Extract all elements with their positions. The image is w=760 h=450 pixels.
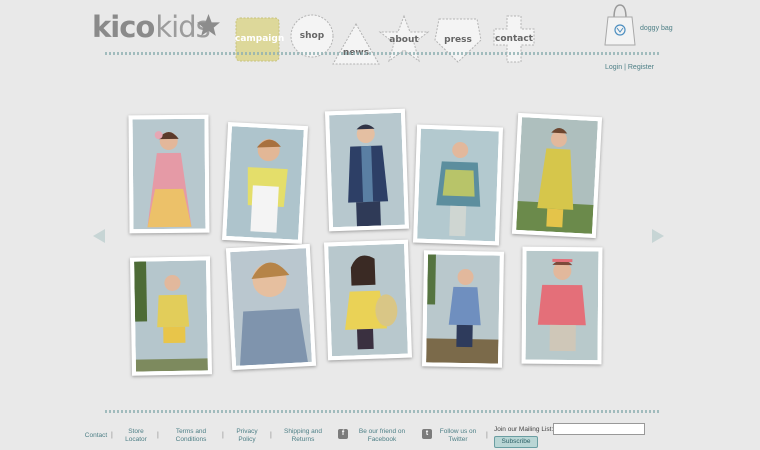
footer-link-shipping-label: Shipping and Returns	[284, 428, 322, 443]
auth-separator: |	[624, 64, 626, 71]
nav-campaign[interactable]: campaign	[235, 17, 285, 62]
nav-contact[interactable]: contact	[493, 15, 535, 63]
logo-star-icon	[197, 14, 220, 36]
login-link[interactable]: Login	[605, 64, 622, 71]
campaign-photo-7[interactable]	[225, 243, 317, 371]
gallery-next-arrow-icon[interactable]	[652, 229, 664, 243]
campaign-photo-9[interactable]	[421, 250, 505, 368]
header-divider	[105, 52, 660, 55]
nav-about-label: about	[389, 35, 419, 45]
nav-press-label: press	[444, 35, 472, 45]
mailing-list-email-input[interactable]	[553, 423, 645, 435]
footer-link-terms-label: Terms and Conditions	[175, 428, 207, 443]
register-link[interactable]: Register	[628, 64, 654, 71]
footer-link-store-locator[interactable]: Store Locator	[118, 428, 154, 444]
photo-girl-pink-dress	[132, 118, 206, 230]
footer-link-twitter-label: Follow us on Twitter	[439, 428, 477, 443]
subscribe-button[interactable]: Subscribe	[494, 436, 538, 448]
footer-separator: |	[157, 432, 159, 439]
footer-link-twitter[interactable]: Follow us on Twitter	[438, 428, 478, 444]
auth-links: Login | Register	[605, 64, 654, 71]
nav-campaign-label: campaign	[235, 34, 285, 44]
photo-girl-yellow-dress-basket	[328, 243, 408, 357]
footer-link-shipping[interactable]: Shipping and Returns	[278, 428, 328, 444]
footer-link-privacy-label: Privacy Policy	[236, 428, 258, 443]
footer-separator: |	[111, 432, 113, 439]
footer-link-facebook[interactable]: Be our friend on Facebook	[356, 428, 408, 444]
footer-divider	[105, 410, 660, 413]
footer-separator: |	[486, 432, 488, 439]
photo-girl-yellow-outfit	[516, 117, 598, 234]
campaign-photo-3[interactable]	[324, 108, 410, 232]
footer-separator: |	[222, 432, 224, 439]
photo-girl-yellow-shorts	[134, 260, 208, 372]
photo-girl-pink-knit	[525, 250, 599, 361]
footer-link-privacy[interactable]: Privacy Policy	[228, 428, 266, 444]
doggy-bag-button[interactable]	[602, 2, 638, 48]
campaign-photo-1[interactable]	[128, 114, 210, 234]
campaign-photo-4[interactable]	[412, 124, 504, 246]
footer-link-facebook-label: Be our friend on Facebook	[358, 428, 406, 443]
brand-logo[interactable]: kico kids	[92, 10, 220, 44]
footer-link-contact-label: Contact	[84, 432, 108, 439]
doggy-bag-link[interactable]: doggy bag	[640, 25, 673, 32]
photo-boy-navy-blazer	[329, 112, 405, 228]
campaign-photo-5[interactable]	[511, 112, 603, 239]
photo-boy-chambray-shirt	[230, 248, 312, 366]
campaign-photo-8[interactable]	[323, 239, 413, 361]
photo-girl-blue-dress	[426, 254, 500, 364]
twitter-icon[interactable]: t	[422, 429, 432, 439]
nav-shop-label: shop	[299, 31, 325, 41]
nav-news[interactable]: news	[331, 22, 381, 66]
tote-bag-icon	[604, 4, 636, 46]
footer-separator: |	[270, 432, 272, 439]
campaign-photo-2[interactable]	[221, 121, 309, 245]
footer-link-terms[interactable]: Terms and Conditions	[166, 428, 216, 444]
mailing-list-label: Join our Mailing List:	[494, 426, 554, 433]
facebook-icon[interactable]: f	[338, 429, 348, 439]
photo-boy-yellow-tee	[226, 126, 304, 240]
nav-press[interactable]: press	[433, 16, 483, 64]
footer-link-contact[interactable]: Contact	[78, 432, 114, 440]
nav-about[interactable]: about	[378, 14, 430, 64]
nav-contact-label: contact	[495, 34, 533, 44]
campaign-photo-6[interactable]	[129, 256, 213, 376]
campaign-photo-10[interactable]	[521, 246, 603, 365]
gallery-prev-arrow-icon[interactable]	[93, 229, 105, 243]
news-triangle-icon	[332, 22, 380, 65]
photo-girl-fringe-top	[417, 128, 499, 242]
footer-link-store-locator-label: Store Locator	[125, 428, 147, 443]
brand-word-kico: kico	[92, 10, 155, 44]
